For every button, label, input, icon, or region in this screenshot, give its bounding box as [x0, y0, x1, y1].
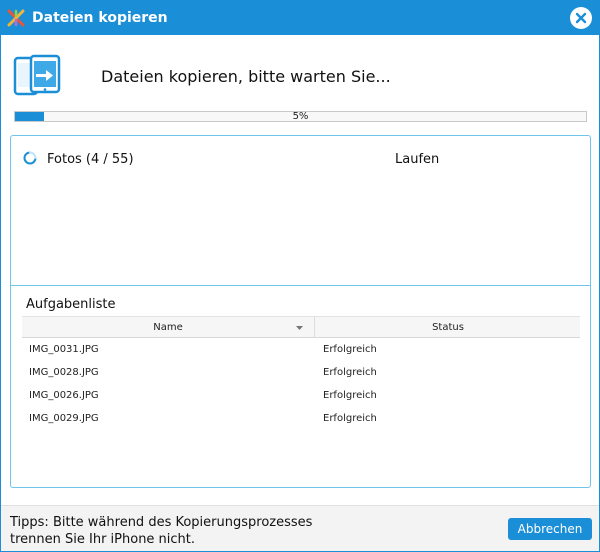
table-row[interactable]: IMG_0026.JPG Erfolgreich	[22, 384, 580, 407]
close-icon	[575, 12, 587, 24]
copy-devices-icon	[13, 54, 61, 96]
table-row[interactable]: IMG_0029.JPG Erfolgreich	[22, 407, 580, 430]
task-list-heading: Aufgabenliste	[26, 297, 116, 312]
footer-bar: Tipps: Bitte während des Kopierungsproze…	[1, 505, 599, 551]
row-status: Erfolgreich	[323, 390, 377, 401]
row-file-name: IMG_0026.JPG	[29, 390, 99, 401]
row-file-name: IMG_0031.JPG	[29, 344, 99, 355]
spinner-icon	[23, 151, 37, 165]
column-header-name[interactable]: Name	[22, 317, 315, 338]
sort-down-icon	[296, 326, 303, 330]
tip-line-1: Tipps: Bitte während des Kopierungsproze…	[10, 515, 313, 530]
table-header: Name Status	[22, 316, 580, 338]
progress-label: 5%	[292, 111, 309, 122]
table-row[interactable]: IMG_0028.JPG Erfolgreich	[22, 361, 580, 384]
column-header-status[interactable]: Status	[316, 317, 580, 338]
copy-dialog: Dateien kopieren Dateien kopieren, bitte…	[0, 0, 600, 552]
current-task-name: Fotos (4 / 55)	[47, 152, 134, 167]
row-file-name: IMG_0028.JPG	[29, 367, 99, 378]
row-file-name: IMG_0029.JPG	[29, 413, 99, 424]
tip-line-2: trennen Sie Ihr iPhone nicht.	[10, 532, 196, 547]
task-list-table: Name Status IMG_0031.JPG Erfolgreich IMG…	[22, 316, 580, 430]
panel-divider	[11, 285, 590, 286]
window-title: Dateien kopieren	[32, 10, 168, 26]
header-message: Dateien kopieren, bitte warten Sie...	[101, 67, 391, 86]
tip-text: Tipps: Bitte während des Kopierungsproze…	[10, 514, 330, 548]
column-header-name-label: Name	[153, 322, 183, 333]
task-panel: Fotos (4 / 55) Laufen Aufgabenliste Name…	[10, 135, 591, 488]
progress-bar: 5%	[14, 111, 587, 122]
row-status: Erfolgreich	[323, 367, 377, 378]
cancel-button[interactable]: Abbrechen	[508, 518, 592, 540]
table-row[interactable]: IMG_0031.JPG Erfolgreich	[22, 338, 580, 361]
app-logo-icon	[7, 9, 25, 27]
row-status: Erfolgreich	[323, 344, 377, 355]
row-status: Erfolgreich	[323, 413, 377, 424]
close-button[interactable]	[570, 7, 592, 29]
current-task-status: Laufen	[395, 152, 440, 167]
column-header-status-label: Status	[432, 322, 464, 333]
title-bar[interactable]: Dateien kopieren	[1, 1, 599, 35]
